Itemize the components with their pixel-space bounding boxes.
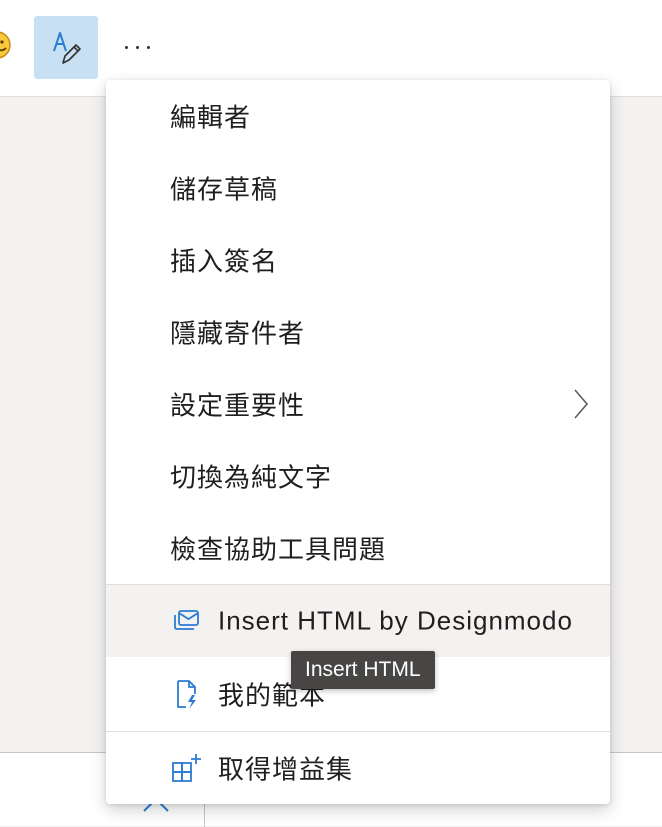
menu-item-insert-html-designmodo[interactable]: Insert HTML by Designmodo [106,585,610,657]
menu-item-label: 編輯者 [170,103,252,134]
menu-item-label: 隱藏寄件者 [170,319,306,350]
chevron-right-icon [574,389,589,419]
tooltip: Insert HTML [291,651,435,689]
editor-button[interactable] [34,16,98,79]
more-horizontal-icon [125,46,128,49]
menu-item-editor[interactable]: 編輯者 [106,80,610,152]
emoji-icon [0,31,11,59]
menu-item-insert-signature[interactable]: 插入簽名 [106,224,610,296]
menu-item-label: 檢查協助工具問題 [170,535,387,566]
document-lightning-icon [177,680,196,709]
menu-item-check-accessibility[interactable]: 檢查協助工具問題 [106,512,610,584]
menu-item-label: 切換為純文字 [170,463,333,494]
menu-item-hide-sender[interactable]: 隱藏寄件者 [106,296,610,368]
menu-item-label: 設定重要性 [170,391,306,422]
menu-item-set-importance[interactable]: 設定重要性 [106,368,610,440]
more-options-button[interactable] [116,22,160,68]
emoji-button[interactable] [0,30,12,60]
menu-item-get-addins[interactable]: 取得增益集 [106,732,610,804]
menu-item-label: Insert HTML by Designmodo [218,605,573,636]
envelope-stack-icon [174,610,199,630]
menu-item-switch-plain-text[interactable]: 切換為純文字 [106,440,610,512]
menu-item-label: 儲存草稿 [170,175,279,206]
more-options-menu: 編輯者 儲存草稿 插入簽名 隱藏寄件者 設定重要性 切換為純文字 檢查協助工具問… [106,80,610,804]
menu-item-save-draft[interactable]: 儲存草稿 [106,152,610,224]
editor-pen-icon [53,32,81,64]
menu-item-label: 取得增益集 [218,754,354,785]
menu-item-label: 插入簽名 [170,247,279,278]
apps-add-icon [172,754,201,782]
